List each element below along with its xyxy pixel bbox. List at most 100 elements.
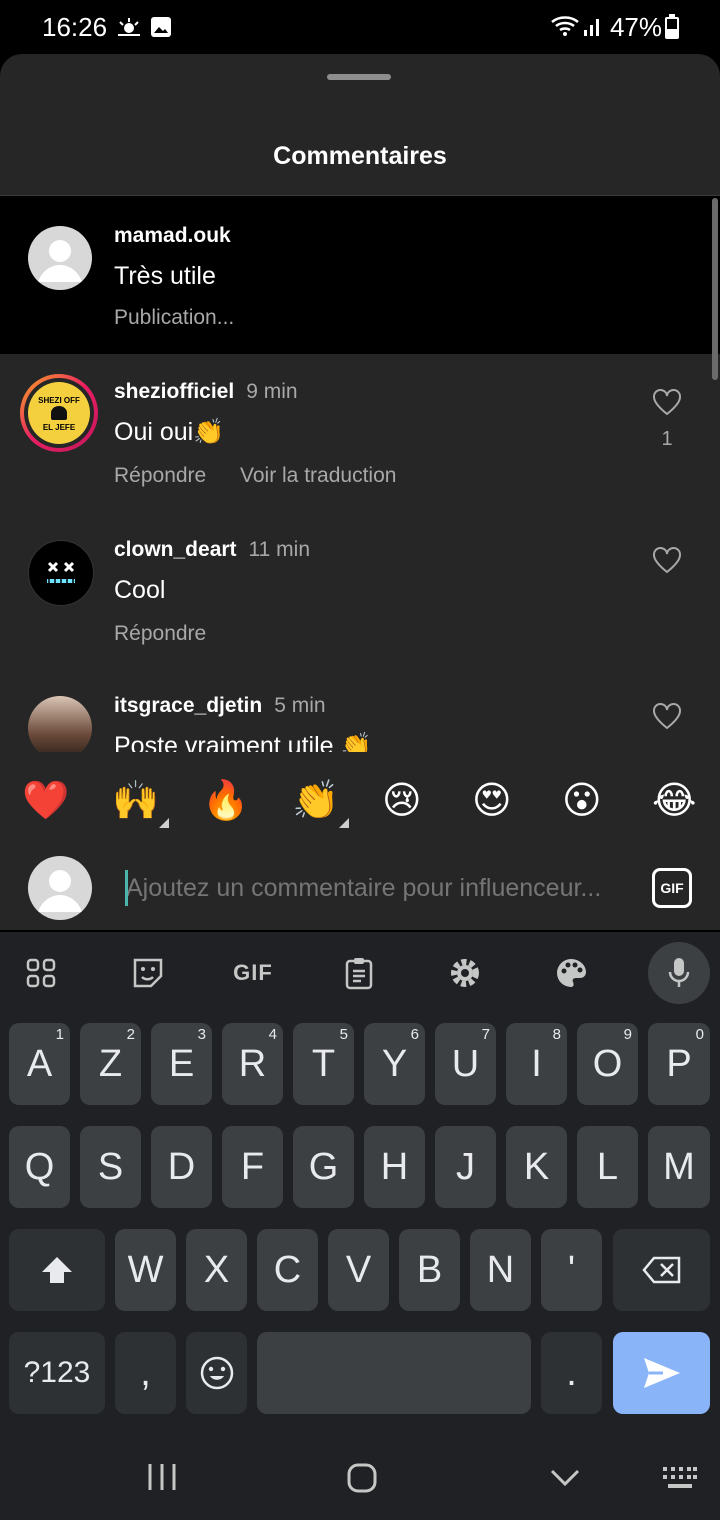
shift-icon (42, 1257, 72, 1283)
drag-handle[interactable] (327, 74, 391, 80)
pending-comment: mamad.ouk Très utile Publication... (0, 196, 720, 354)
key-r[interactable]: R4 (222, 1023, 283, 1105)
send-key[interactable] (613, 1332, 710, 1414)
avatar[interactable] (28, 540, 94, 606)
clipboard-button[interactable] (328, 942, 390, 1004)
text-cursor (125, 870, 128, 906)
logo-figure-icon (51, 406, 67, 420)
reply-button[interactable]: Répondre (114, 622, 206, 646)
key-z[interactable]: Z2 (80, 1023, 141, 1105)
emoji-key[interactable] (186, 1332, 247, 1414)
weather-icon (118, 18, 140, 36)
comment-username-row: sheziofficiel 9 min (114, 380, 298, 404)
key-j[interactable]: J (435, 1126, 496, 1208)
shift-key[interactable] (9, 1229, 105, 1311)
apps-grid-button[interactable] (10, 942, 72, 1004)
key-f[interactable]: F (222, 1126, 283, 1208)
key-e[interactable]: E3 (151, 1023, 212, 1105)
period-key[interactable]: . (541, 1332, 602, 1414)
gif-button[interactable]: GIF (652, 868, 692, 908)
comma-key[interactable]: , (115, 1332, 176, 1414)
voice-input-button[interactable] (648, 942, 710, 1004)
key-apostrophe[interactable]: ' (541, 1229, 602, 1311)
grid-icon (26, 958, 56, 988)
comment-username[interactable]: clown_deart (114, 538, 237, 561)
recent-apps-icon[interactable] (146, 1462, 178, 1492)
chevron-down-icon[interactable] (550, 1468, 580, 1488)
comment-username[interactable]: mamad.ouk (114, 224, 231, 248)
reaction-clap[interactable]: 👏 (292, 776, 350, 828)
reaction-heart[interactable]: ❤️ (22, 776, 69, 826)
key-l[interactable]: L (577, 1126, 638, 1208)
key-g[interactable]: G (293, 1126, 354, 1208)
key-a[interactable]: A1 (9, 1023, 70, 1105)
avatar[interactable] (28, 226, 92, 290)
reaction-heart-eyes[interactable]: 😍 (472, 776, 512, 826)
skull-avatar-icon (47, 561, 75, 584)
key-b[interactable]: B (399, 1229, 460, 1311)
sticker-button[interactable] (117, 942, 179, 1004)
home-icon[interactable] (346, 1462, 378, 1494)
comment-username-row: clown_deart 11 min (114, 538, 310, 562)
theme-button[interactable] (540, 942, 602, 1004)
comment-text: Oui oui👏 (114, 418, 225, 446)
reaction-cry[interactable]: 😢 (382, 776, 422, 826)
key-u[interactable]: U7 (435, 1023, 496, 1105)
heart-icon[interactable] (652, 702, 682, 732)
smiley-icon (200, 1356, 233, 1390)
comment-time: 9 min (246, 380, 298, 403)
reaction-raised-hands[interactable]: 🙌 (112, 776, 170, 828)
battery-percent: 47% (609, 12, 662, 42)
reaction-laughing[interactable]: 😂 (652, 776, 696, 826)
key-p[interactable]: P0 (648, 1023, 710, 1105)
heart-icon[interactable] (652, 546, 682, 576)
key-c[interactable]: C (257, 1229, 318, 1311)
reaction-fire[interactable]: 🔥 (202, 776, 249, 826)
comment-input[interactable] (126, 872, 624, 904)
comment-item: itsgrace_djetin 5 min Poste vraiment util… (0, 670, 720, 752)
scrollbar[interactable] (712, 198, 718, 380)
gallery-icon (151, 17, 171, 37)
backspace-key[interactable] (613, 1229, 710, 1311)
key-v[interactable]: V (328, 1229, 389, 1311)
key-d[interactable]: D (151, 1126, 212, 1208)
key-o[interactable]: O9 (577, 1023, 638, 1105)
comment-input-bar: GIF (0, 842, 720, 930)
clipboard-icon (345, 958, 373, 990)
comment-username-row: itsgrace_djetin 5 min (114, 694, 326, 718)
symbols-key[interactable]: ?123 (9, 1332, 105, 1414)
space-key[interactable] (257, 1332, 531, 1414)
see-translation-button[interactable]: Voir la traduction (240, 464, 396, 488)
comment-text: Cool (114, 576, 166, 604)
key-m[interactable]: M (648, 1126, 710, 1208)
story-ring-avatar[interactable]: SHEZI OFF EL JEFE (20, 374, 98, 452)
key-h[interactable]: H (364, 1126, 425, 1208)
key-q[interactable]: Q (9, 1126, 70, 1208)
heart-icon[interactable] (652, 388, 682, 418)
keyboard: GIF A1 Z2 E3 R4 T5 Y6 U7 I8 O9 P0 Q S D … (0, 932, 720, 1520)
gif-keyboard-button[interactable]: GIF (222, 942, 284, 1004)
key-n[interactable]: N (470, 1229, 531, 1311)
photo-avatar[interactable] (28, 696, 92, 752)
key-x[interactable]: X (186, 1229, 247, 1311)
quick-reactions-bar: ❤️ 🙌 🔥 👏 😢 😍 😮 😂 (0, 766, 720, 838)
comments-sheet: Commentaires mamad.ouk Très utile Public… (0, 54, 720, 930)
reply-button[interactable]: Répondre (114, 464, 206, 488)
key-i[interactable]: I8 (506, 1023, 567, 1105)
my-avatar (28, 856, 92, 920)
settings-button[interactable] (434, 942, 496, 1004)
comment-username[interactable]: sheziofficiel (114, 380, 234, 403)
status-time: 16:26 (42, 12, 108, 42)
keyboard-switch-icon[interactable] (662, 1466, 698, 1490)
key-t[interactable]: T5 (293, 1023, 354, 1105)
send-icon (643, 1358, 680, 1388)
key-y[interactable]: Y6 (364, 1023, 425, 1105)
key-s[interactable]: S (80, 1126, 141, 1208)
reaction-surprised[interactable]: 😮 (562, 776, 602, 826)
gear-icon (451, 959, 479, 987)
posting-status: Publication... (114, 306, 235, 329)
key-k[interactable]: K (506, 1126, 567, 1208)
comment-username[interactable]: itsgrace_djetin (114, 694, 262, 717)
key-w[interactable]: W (115, 1229, 176, 1311)
avatar-logo-bottom: EL JEFE (42, 423, 76, 432)
